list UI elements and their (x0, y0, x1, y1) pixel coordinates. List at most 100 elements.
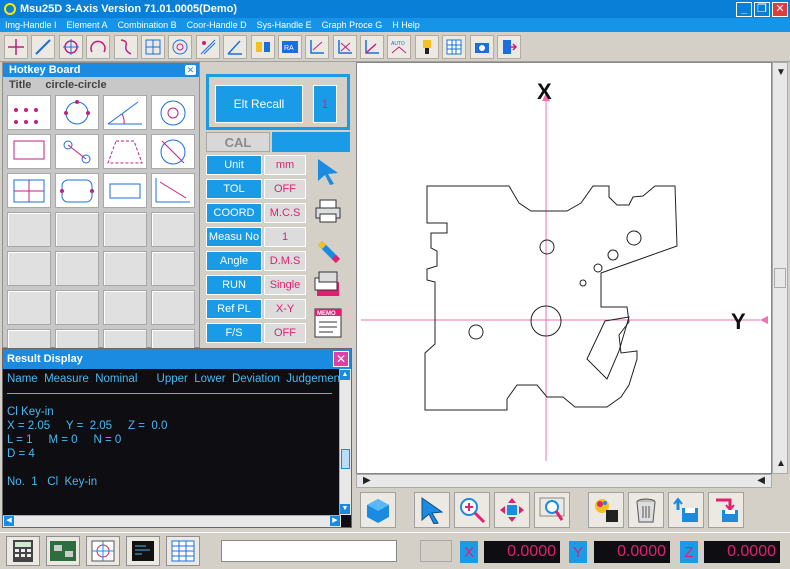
scroll-down-icon[interactable]: ▲ (776, 458, 786, 469)
hotkey-points-grid[interactable] (7, 95, 51, 130)
result-horizontal-scrollbar[interactable]: ◀ ▶ (3, 515, 341, 527)
geometry-button[interactable] (86, 536, 120, 566)
angle-value-button[interactable]: D.M.S (264, 251, 306, 271)
drawing-canvas[interactable]: X Y (356, 62, 772, 474)
result-vertical-scrollbar[interactable]: ▲ ▼ (339, 369, 351, 515)
ref-pl-value-button[interactable]: X-Y (264, 299, 306, 319)
grid-tool-button[interactable] (140, 34, 165, 59)
point-tool-button[interactable] (4, 34, 28, 59)
circuit-board-button[interactable] (46, 536, 80, 566)
coordinate-tool-button[interactable] (332, 34, 357, 59)
hotkey-grid-rect[interactable] (7, 173, 51, 208)
hotkey-slot[interactable] (103, 173, 147, 208)
hotkey-two-circles[interactable] (55, 134, 99, 169)
hotkey-empty-slot[interactable] (103, 251, 147, 286)
hotkey-empty-slot[interactable] (55, 251, 99, 286)
distance-tool-button[interactable] (250, 34, 275, 59)
line-tool-button[interactable] (31, 34, 56, 59)
measu-no-value-button[interactable]: 1 (264, 227, 306, 247)
hotkey-empty-slot[interactable] (103, 290, 147, 325)
auto-tool-button[interactable]: AUTO (387, 34, 412, 59)
trash-button[interactable] (628, 492, 664, 528)
menu-img-handle[interactable]: Img-Handle I (0, 20, 62, 30)
probe-tool-button[interactable] (414, 34, 439, 59)
menu-combination[interactable]: Combination B (113, 20, 182, 30)
status-text-field[interactable] (221, 540, 397, 562)
run-value-button[interactable]: Single (264, 275, 306, 295)
hotkey-corner[interactable] (151, 173, 195, 208)
hotkey-circle-cross[interactable] (151, 134, 195, 169)
menu-help[interactable]: H Help (387, 20, 425, 30)
scroll-up-icon[interactable]: ▼ (776, 67, 786, 78)
coord-value-button[interactable]: M.C.S (264, 203, 306, 223)
color-settings-button[interactable] (588, 492, 624, 528)
target-tool-button[interactable] (168, 34, 193, 59)
cal-value-field[interactable] (272, 132, 350, 152)
arc-tool-button[interactable] (86, 34, 111, 59)
canvas-horizontal-scrollbar[interactable]: ▶ ◀ (356, 474, 772, 488)
tol-value-button[interactable]: OFF (264, 179, 306, 199)
memo-button[interactable]: MEMO (312, 308, 344, 338)
scroll-up-icon[interactable]: ▲ (340, 370, 350, 380)
scroll-left-icon[interactable]: ◀ (4, 516, 14, 526)
scroll-thumb[interactable] (341, 449, 350, 469)
rate-tool-button[interactable]: RA (277, 34, 302, 59)
zoom-window-button[interactable] (534, 492, 570, 528)
measure-tool-button[interactable] (195, 34, 220, 59)
pan-button[interactable] (494, 492, 530, 528)
pen-icon-button[interactable] (312, 236, 344, 266)
axis-tool-button[interactable] (305, 34, 330, 59)
angle-tool-button[interactable] (223, 34, 248, 59)
hotkey-rectangle[interactable] (7, 134, 51, 169)
hotkey-empty-slot[interactable] (103, 212, 147, 247)
fs-value-button[interactable]: OFF (264, 323, 306, 343)
hotkey-empty-slot[interactable] (151, 290, 195, 325)
menu-element[interactable]: Element A (62, 20, 113, 30)
spreadsheet-button[interactable] (166, 536, 200, 566)
hotkey-empty-slot[interactable] (55, 212, 99, 247)
element-number[interactable]: 1 (313, 85, 337, 123)
table-tool-button[interactable] (442, 34, 467, 59)
select-cursor-button[interactable] (414, 492, 450, 528)
zoom-in-button[interactable] (454, 492, 490, 528)
curve-tool-button[interactable] (113, 34, 138, 59)
cal-button[interactable]: CAL (206, 132, 270, 152)
menu-sys-handle[interactable]: Sys-Handle E (252, 20, 317, 30)
calculator-button[interactable] (6, 536, 40, 566)
export-tool-button[interactable] (497, 34, 522, 59)
cursor-icon-button[interactable] (312, 156, 344, 186)
3d-view-button[interactable] (360, 492, 396, 528)
terminal-button[interactable] (126, 536, 160, 566)
hotkey-empty-slot[interactable] (7, 212, 51, 247)
hotkey-empty-slot[interactable] (151, 212, 195, 247)
hotkey-rounded-rect[interactable] (55, 173, 99, 208)
scroll-thumb[interactable] (774, 268, 786, 288)
restore-button[interactable]: ❐ (754, 1, 770, 17)
canvas-vertical-scrollbar[interactable]: ▼ ▲ (772, 62, 788, 474)
scroll-left-icon[interactable]: ▶ (363, 475, 371, 486)
origin-tool-button[interactable] (360, 34, 385, 59)
scroll-right-icon[interactable]: ▶ (330, 516, 340, 526)
minimize-button[interactable]: _ (736, 1, 752, 17)
menu-coor-handle[interactable]: Coor-Handle D (182, 20, 252, 30)
hotkey-trapezoid[interactable] (103, 134, 147, 169)
hotkey-circle-points[interactable] (55, 95, 99, 130)
hotkey-close-icon[interactable]: ✕ (185, 65, 196, 75)
scroll-right-icon[interactable]: ◀ (757, 475, 765, 486)
stack-icon-button[interactable] (312, 270, 344, 300)
menu-graph-proce[interactable]: Graph Proce G (317, 20, 388, 30)
open-file-button[interactable] (668, 492, 704, 528)
printer-icon-button[interactable] (312, 196, 344, 226)
hotkey-empty-slot[interactable] (151, 251, 195, 286)
unit-value-button[interactable]: mm (264, 155, 306, 175)
hotkey-empty-slot[interactable] (55, 290, 99, 325)
hotkey-empty-slot[interactable] (7, 290, 51, 325)
scroll-down-icon[interactable]: ▼ (340, 504, 350, 514)
status-blank-button[interactable] (420, 540, 452, 562)
element-recall-button[interactable]: Elt Recall (215, 85, 303, 123)
close-button[interactable]: ✕ (772, 1, 788, 17)
hotkey-angle-lines[interactable] (103, 95, 147, 130)
save-file-button[interactable] (708, 492, 744, 528)
circle-tool-button[interactable] (58, 34, 83, 59)
hotkey-empty-slot[interactable] (7, 251, 51, 286)
